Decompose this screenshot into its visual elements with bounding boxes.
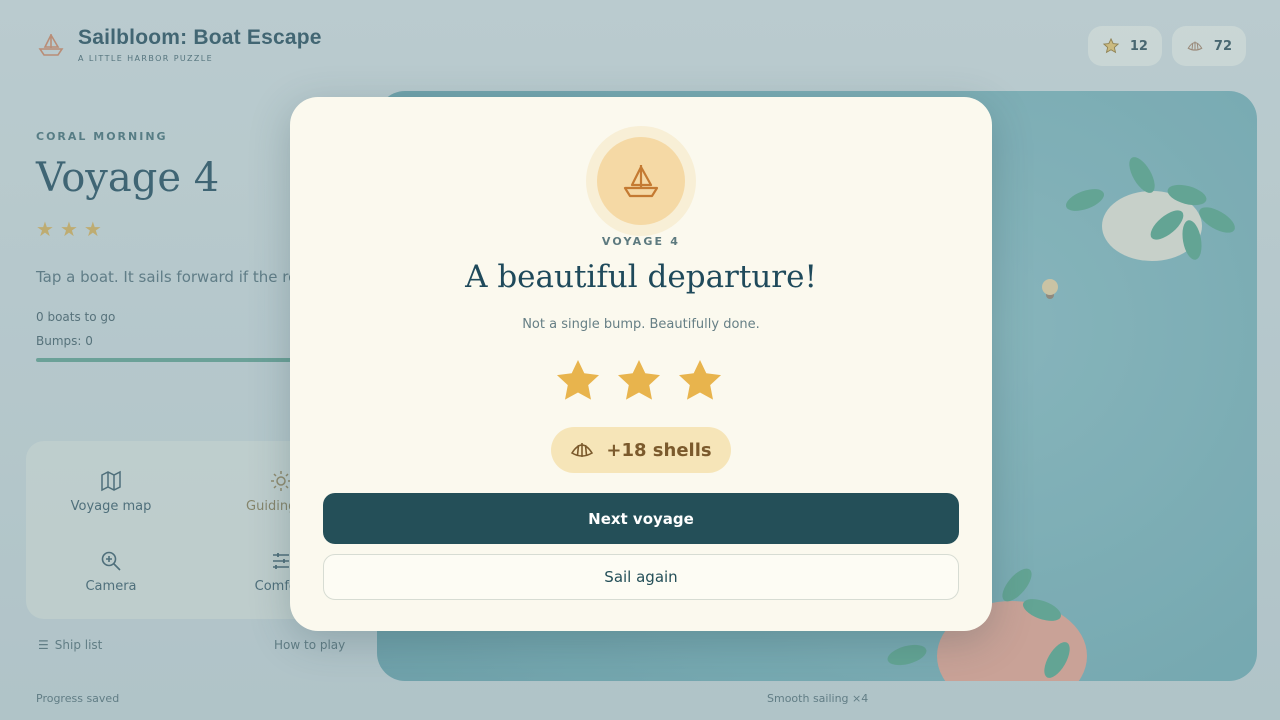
next-voyage-button[interactable]: Next voyage <box>323 493 959 544</box>
shell-icon <box>571 443 594 457</box>
reward-badge: +18 shells <box>551 427 731 473</box>
modal-title: A beautiful departure! <box>465 259 817 295</box>
star-icon <box>557 360 599 400</box>
level-complete-dialog: VOYAGE 4 A beautiful departure! Not a si… <box>290 97 992 631</box>
modal-eyebrow: VOYAGE 4 <box>601 235 681 248</box>
sailboat-icon <box>623 165 659 198</box>
sailboat-badge <box>597 137 685 225</box>
star-icon <box>618 360 660 400</box>
modal-star-rating <box>556 359 722 401</box>
star-icon <box>679 360 721 400</box>
sail-again-button[interactable]: Sail again <box>323 554 959 600</box>
modal-subtitle: Not a single bump. Beautifully done. <box>522 317 760 332</box>
reward-amount: +18 shells <box>606 439 712 461</box>
